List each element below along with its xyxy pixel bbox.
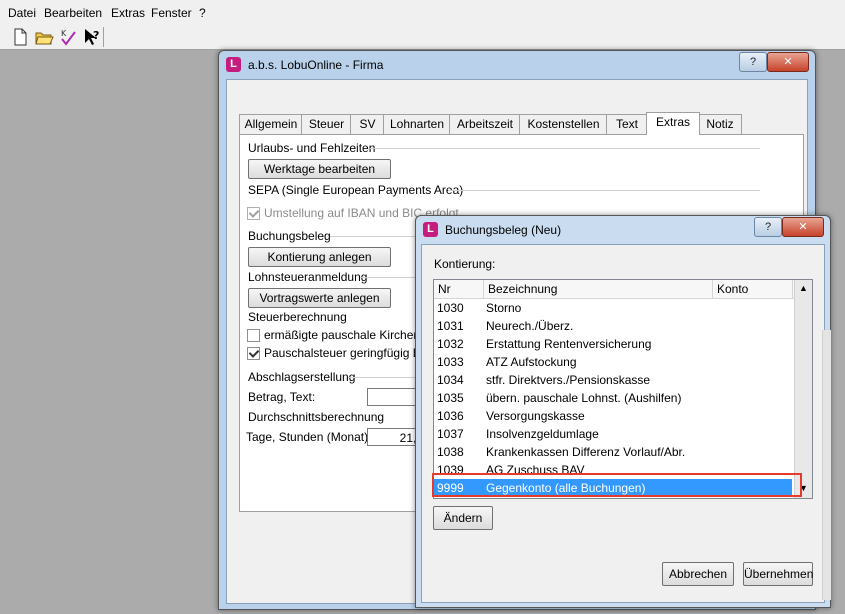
table-row[interactable]: 1037 Insolvenzgeldumlage <box>434 425 792 443</box>
kontierung-anlegen-button[interactable]: Kontierung anlegen <box>248 247 391 267</box>
pauschalsteuer-checkbox[interactable] <box>247 347 260 360</box>
table-row[interactable]: 1035 übern. pauschale Lohnst. (Aushilfen) <box>434 389 792 407</box>
table-row[interactable]: 1034 stfr. Direktvers./Pensionskasse <box>434 371 792 389</box>
dialog-titlebar[interactable]: L Buchungsbeleg (Neu) ? ✕ <box>416 216 830 244</box>
buchungsbeleg-dialog: L Buchungsbeleg (Neu) ? ✕ Kontierung: Nr… <box>415 215 831 608</box>
row-bezeichnung: übern. pauschale Lohnst. (Aushilfen) <box>486 391 682 405</box>
section-title-lohnsteuer: Lohnsteueranmeldung <box>248 270 368 284</box>
section-divider <box>448 190 760 191</box>
list-header: Nr Bezeichnung Konto <box>434 280 812 299</box>
table-row[interactable]: 1031 Neurech./Überz. <box>434 317 792 335</box>
close-button[interactable]: ✕ <box>767 52 809 72</box>
table-row[interactable]: 1036 Versorgungskasse <box>434 407 792 425</box>
row-nr: 1034 <box>437 373 464 387</box>
row-nr: 1038 <box>437 445 464 459</box>
tab-text[interactable]: Text <box>606 114 648 134</box>
help-pointer-icon[interactable]: ? <box>82 27 102 47</box>
row-bezeichnung: stfr. Direktvers./Pensionskasse <box>486 373 651 387</box>
row-bezeichnung: Krankenkassen Differenz Vorlauf/Abr. <box>486 445 686 459</box>
table-row[interactable]: 1032 Erstattung Rentenversicherung <box>434 335 792 353</box>
dialog-app-icon: L <box>423 222 438 237</box>
kirchensteuer-label: ermäßigte pauschale Kirchenste <box>264 328 437 342</box>
section-title-abschlag: Abschlagserstellung <box>248 370 356 384</box>
aendern-button[interactable]: Ändern <box>433 506 493 530</box>
row-bezeichnung: Storno <box>486 301 522 315</box>
dialog-client: Kontierung: Nr Bezeichnung Konto 1030 Sto… <box>421 244 825 603</box>
tab-arbeitszeit[interactable]: Arbeitszeit <box>449 114 521 134</box>
app-icon: L <box>226 57 241 72</box>
dialog-title: Buchungsbeleg (Neu) <box>445 223 562 237</box>
pauschalsteuer-label: Pauschalsteuer geringfügig Besc <box>264 346 440 360</box>
svg-text:K: K <box>61 29 67 38</box>
section-divider <box>348 377 418 378</box>
tage-stunden-label: Tage, Stunden (Monat): <box>246 430 372 444</box>
uebernehmen-button[interactable]: Übernehmen <box>743 562 813 586</box>
werktage-bearbeiten-button[interactable]: Werktage bearbeiten <box>248 159 391 179</box>
menu-fenster[interactable]: Fenster <box>151 6 192 20</box>
row-nr: 1036 <box>437 409 464 423</box>
dialog-help-button[interactable]: ? <box>754 217 782 237</box>
row-nr: 1032 <box>437 337 464 351</box>
section-title-sepa: SEPA (Single European Payments Area) <box>248 183 464 197</box>
kontierung-label: Kontierung: <box>434 257 496 271</box>
main-window-title: a.b.s. LobuOnline - Firma <box>248 58 384 72</box>
row-bezeichnung: ATZ Aufstockung <box>486 355 577 369</box>
iban-bic-checkbox[interactable] <box>247 207 260 220</box>
row-nr: 1037 <box>437 427 464 441</box>
scroll-up-icon[interactable]: ▲ <box>795 283 812 293</box>
section-title-durchschnitt: Durchschnittsberechnung <box>248 410 385 424</box>
menu-help[interactable]: ? <box>199 6 206 20</box>
column-header-bezeichnung[interactable]: Bezeichnung <box>484 280 713 298</box>
tab-notiz[interactable]: Notiz <box>698 114 742 134</box>
table-row[interactable]: 1033 ATZ Aufstockung <box>434 353 792 371</box>
section-title-buchungsbeleg: Buchungsbeleg <box>248 229 331 243</box>
section-title-steuerberechnung: Steuerberechnung <box>248 310 347 324</box>
tab-sv[interactable]: SV <box>350 114 385 134</box>
list-scrollbar[interactable]: ▲ ▼ <box>794 280 812 498</box>
tab-allgemein[interactable]: Allgemein <box>239 114 303 134</box>
tab-lohnarten[interactable]: Lohnarten <box>383 114 451 134</box>
table-row[interactable]: 1038 Krankenkassen Differenz Vorlauf/Abr. <box>434 443 792 461</box>
tab-extras[interactable]: Extras <box>646 112 700 135</box>
dialog-close-button[interactable]: ✕ <box>782 217 824 237</box>
row-nr: 1030 <box>437 301 464 315</box>
row-bezeichnung: Insolvenzgeldumlage <box>486 427 599 441</box>
svg-text:?: ? <box>93 29 99 42</box>
column-header-konto[interactable]: Konto <box>713 280 793 298</box>
toolbar-separator <box>103 27 104 47</box>
menu-bearbeiten[interactable]: Bearbeiten <box>44 6 102 20</box>
main-window-titlebar[interactable]: L a.b.s. LobuOnline - Firma ? ✕ <box>219 51 815 79</box>
table-row[interactable]: 1030 Storno <box>434 299 792 317</box>
kirchensteuer-checkbox[interactable] <box>247 329 260 342</box>
section-divider <box>370 148 760 149</box>
menu-extras[interactable]: Extras <box>111 6 145 20</box>
open-folder-icon[interactable] <box>34 27 54 47</box>
row-bezeichnung: Versorgungskasse <box>486 409 585 423</box>
betrag-text-label: Betrag, Text: <box>248 390 316 404</box>
tab-steuer[interactable]: Steuer <box>301 114 352 134</box>
menu-datei[interactable]: Datei <box>8 6 36 20</box>
menubar: Datei Bearbeiten Extras Fenster ? <box>0 0 845 26</box>
row-nr: 1035 <box>437 391 464 405</box>
new-document-icon[interactable] <box>10 27 30 47</box>
row-bezeichnung: Erstattung Rentenversicherung <box>486 337 652 351</box>
section-title-urlaub: Urlaubs- und Fehlzeiten <box>248 141 376 155</box>
row-bezeichnung: Neurech./Überz. <box>486 319 574 333</box>
column-header-nr[interactable]: Nr <box>434 280 484 298</box>
vortragswerte-anlegen-button[interactable]: Vortragswerte anlegen <box>248 288 391 308</box>
row-nr: 1031 <box>437 319 464 333</box>
selection-highlight-frame <box>432 473 802 497</box>
kontierung-list[interactable]: Nr Bezeichnung Konto 1030 Storno 1031 Neure… <box>433 279 813 499</box>
row-nr: 1033 <box>437 355 464 369</box>
tab-kostenstellen[interactable]: Kostenstellen <box>519 114 608 134</box>
abbrechen-button[interactable]: Abbrechen <box>662 562 734 586</box>
check-icon[interactable]: K <box>58 27 78 47</box>
help-button[interactable]: ? <box>739 52 767 72</box>
main-window-scrollbar[interactable] <box>822 330 831 600</box>
toolbar: K ? <box>0 25 845 50</box>
